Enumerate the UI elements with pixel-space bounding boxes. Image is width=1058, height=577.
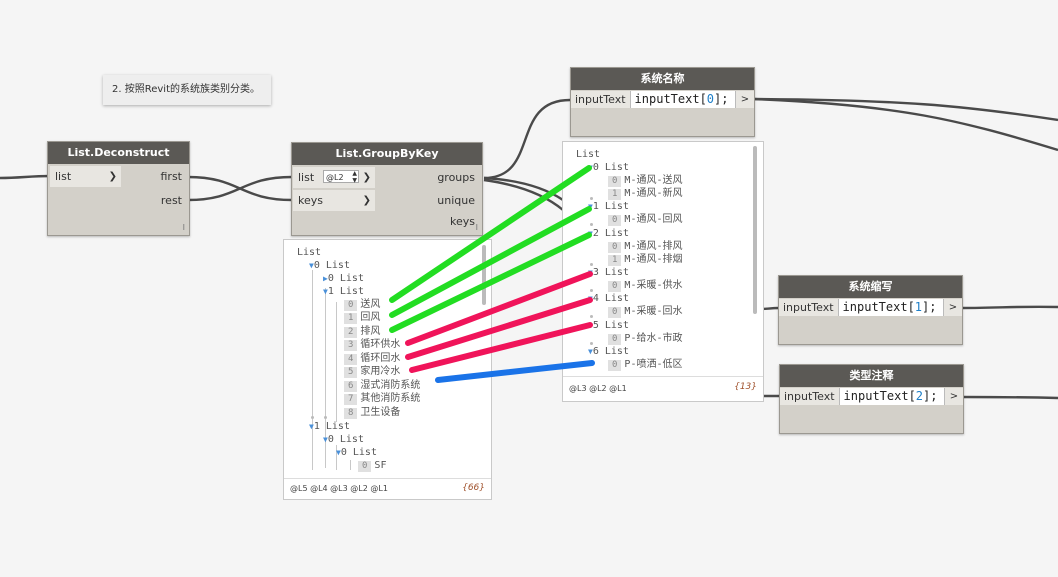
output-port-rest[interactable]: rest [155,190,187,211]
lacing-indicator[interactable]: I [476,223,478,232]
tree-node[interactable]: ▼3 List [588,266,629,279]
list-item: 0 M-采暖-供水 [608,279,682,292]
list-item: 0 送风 [344,298,380,311]
chevron-right-icon: ❯ [362,172,371,183]
list-item: 8 卫生设备 [344,406,400,419]
wire-cb-abbr-out [961,305,1058,310]
code-editor[interactable]: inputText[0]; [630,91,736,108]
code-editor[interactable]: inputText[1]; [838,299,944,316]
chevron-right-icon: ❯ [362,195,371,206]
list-item: 6 湿式消防系统 [344,379,420,392]
wire-cb-note-out [961,395,1058,400]
list-groupbykey-node[interactable]: List.GroupByKey list @L2 ▲ ▼ ❯ keys ❯ gro… [291,142,483,236]
tree-node[interactable]: ▼0 List [336,446,377,459]
groupbykey-input-preview[interactable]: List ▼0 List ▶0 List ▼1 List 0 送风 1 回风 2 排风… [283,239,492,500]
output-port[interactable]: > [944,299,962,316]
tree-node[interactable]: ▼1 List [309,420,350,433]
tree-node[interactable]: ▼0 List [588,161,629,174]
chevron-right-icon: ❯ [108,171,117,182]
list-item: 5 家用冷水 [344,365,400,378]
wire-input-to-deconstruct [0,174,51,180]
list-item: 2 排风 [344,325,380,338]
scrollbar[interactable] [482,245,486,305]
input-port-inputtext[interactable]: inputText [780,388,840,405]
code-index: 2 [915,389,924,403]
preview-footer: @L5 @L4 @L3 @L2 @L1 {66} [284,478,491,499]
code-text: inputText[ [634,92,707,106]
output-port[interactable]: > [945,388,963,405]
list-deconstruct-node[interactable]: List.Deconstruct list ❯ first rest I [47,141,190,236]
item-count: {13} [734,382,757,392]
input-port-list[interactable]: list ❯ [50,166,121,187]
tree-node[interactable]: ▼5 List [588,319,629,332]
tree-node[interactable]: ▼6 List [588,345,629,358]
output-port-unique-keys[interactable]: unique keys [404,190,480,228]
tree-node[interactable]: ▼0 List [309,259,350,272]
tree-root: List [297,247,322,258]
tree-node[interactable]: ▼1 List [323,285,364,298]
code-block-system-abbr[interactable]: 系统缩写 inputText inputText[1]; > [778,275,963,345]
tree-node[interactable]: ▼0 List [323,433,364,446]
tree-node[interactable]: ▼2 List [588,227,629,240]
port-label: keys [298,194,323,207]
list-item: 3 循环供水 [344,338,400,351]
lacing-indicator[interactable]: I [183,223,185,232]
tree-node[interactable]: ▼1 List [588,200,629,213]
output-port-groups[interactable]: groups [404,167,480,188]
scrollbar[interactable] [753,146,757,314]
port-label: list [298,171,315,184]
level-selector[interactable]: @L2 ▲ ▼ [323,170,359,184]
groupbykey-output-preview[interactable]: List ▼0 List 0 M-通风-送风 1 M-通风-新风 ▼1 List 0… [562,141,764,402]
list-item: 1 回风 [344,311,380,324]
tree-root: List [576,149,601,160]
code-text: inputText[ [842,300,915,314]
tree-node[interactable]: ▼4 List [588,292,629,305]
input-port-inputtext[interactable]: inputText [571,91,631,108]
preview-footer: @L3 @L2 @L1 {13} [563,376,763,401]
node-title[interactable]: List.Deconstruct [48,142,189,164]
output-port-first[interactable]: first [155,166,187,187]
input-port-inputtext[interactable]: inputText [779,299,839,316]
code-text-end: ]; [714,92,729,106]
output-port[interactable]: > [736,91,754,108]
list-item: 4 循环回水 [344,352,400,365]
wire-rest-to-list [187,175,293,202]
port-label: list [55,170,72,183]
code-text-end: ]; [922,300,937,314]
group-note[interactable]: 2. 按照Revit的系统族类别分类。 [103,75,271,105]
node-title[interactable]: List.GroupByKey [292,143,482,165]
stepper-icon: ▲ ▼ [352,170,357,184]
code-text-end: ]; [923,389,938,403]
code-block-type-comment[interactable]: 类型注释 inputText inputText[2]; > [779,364,964,434]
node-title[interactable]: 系统名称 [571,68,754,90]
list-item: 1 M-通风-排烟 [608,253,682,266]
list-item: 0 M-通风-送风 [608,174,682,187]
list-item: 0 M-通风-排风 [608,240,682,253]
list-levels: @L3 @L2 @L1 [569,384,627,393]
node-title[interactable]: 系统缩写 [779,276,962,298]
list-item: 0 SF [358,459,386,472]
list-item: 0 P-给水-市政 [608,332,682,345]
code-block-system-name[interactable]: 系统名称 inputText inputText[0]; > [570,67,755,137]
item-count: {66} [462,483,485,493]
list-item: 0 M-通风-回风 [608,213,682,226]
list-item: 7 其他消防系统 [344,392,420,405]
input-port-keys[interactable]: keys ❯ [293,190,375,211]
code-text: inputText[ [843,389,916,403]
level-value: @L2 [326,173,344,182]
wire-groups-to-cb-name [483,98,571,180]
code-editor[interactable]: inputText[2]; [839,388,945,405]
input-port-list[interactable]: list @L2 ▲ ▼ ❯ [293,167,375,188]
code-index: 0 [706,92,715,106]
node-title[interactable]: 类型注释 [780,365,963,387]
code-index: 1 [914,300,923,314]
wire-cb-name-out-2 [752,97,1058,152]
list-item: 0 M-采暖-回水 [608,305,682,318]
list-item: 0 P-喷洒-低区 [608,358,682,371]
list-item: 1 M-通风-新风 [608,187,682,200]
list-levels: @L5 @L4 @L3 @L2 @L1 [290,484,388,493]
tree-node[interactable]: ▶0 List [323,272,364,285]
